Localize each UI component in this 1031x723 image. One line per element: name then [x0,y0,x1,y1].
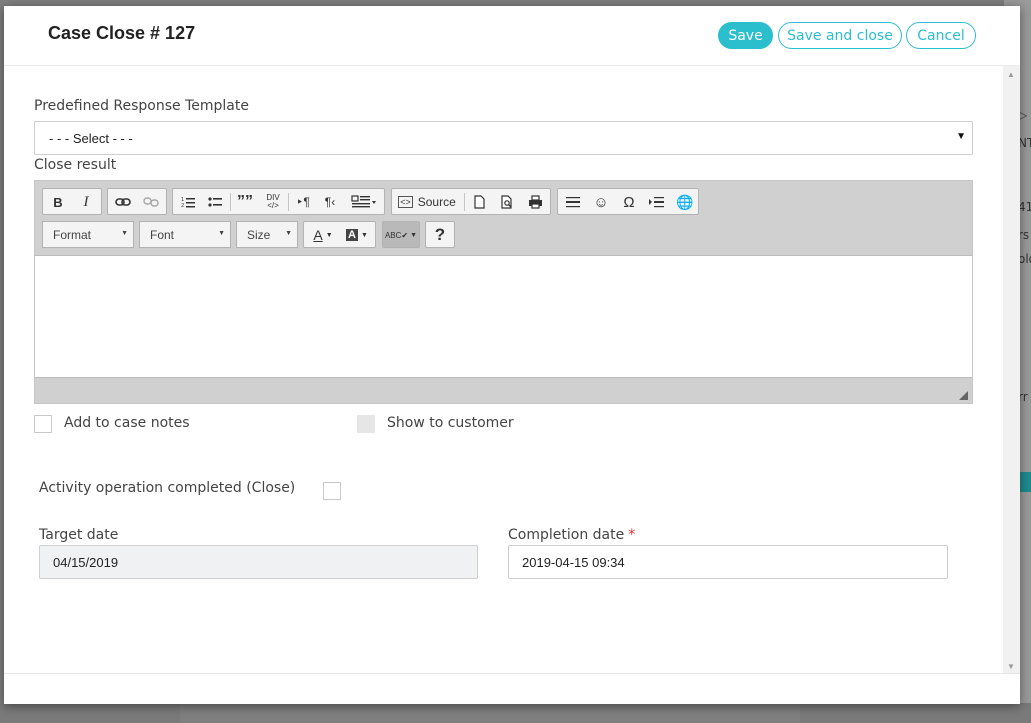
editor-status-bar [35,377,972,403]
cancel-button[interactable]: Cancel [906,22,976,49]
smiley-icon[interactable]: ☺ [589,192,613,212]
editor-content-area[interactable] [35,256,972,377]
target-date-label: Target date [39,527,119,543]
dialog-scrollbar[interactable]: ▲ ▼ [1003,66,1020,673]
horizontal-line-icon[interactable] [561,192,585,212]
format-label: Format [53,228,92,242]
unlink-icon[interactable] [139,192,163,212]
help-icon: ? [434,225,446,244]
completion-date-label: Completion date * [508,527,635,543]
help-button[interactable]: ? [425,221,455,248]
source-button[interactable]: <> Source [395,192,459,212]
chevron-down-icon: ▼ [285,230,292,237]
template-select[interactable]: - - - Select - - - ▼ [34,121,973,155]
numbered-list-icon[interactable]: 12 [176,192,200,212]
close-result-label: Close result [34,157,117,173]
completion-date-input[interactable]: 2019-04-15 09:34 [508,545,948,579]
preview-icon[interactable] [495,192,519,212]
template-select-value: - - - Select - - - [49,131,133,146]
language-icon[interactable] [347,192,381,212]
print-icon[interactable] [523,192,547,212]
toolbar-group-paragraph: 12 ”” DIV </> ‣¶ ¶‹ [172,188,385,215]
target-date-field: 04/15/2019 [39,545,478,579]
link-icon[interactable] [111,192,135,212]
svg-text:2: 2 [181,203,184,208]
spellcheck-icon: ABC✔ ▼ [384,230,418,240]
add-to-case-notes-checkbox[interactable] [34,415,52,433]
source-icon: <> [398,196,413,208]
italic-icon[interactable]: I [74,192,98,212]
toolbar-group-links [107,188,167,215]
editor-toolbar: B I 12 ”” DIV </> ‣¶ ¶‹ <> Source ☺ Ω 🌐 … [35,181,972,256]
toolbar-separator [230,193,231,211]
toolbar-group-insert: ☺ Ω 🌐 [557,188,699,215]
ltr-icon[interactable]: ‣¶ [291,192,315,212]
font-label: Font [150,228,175,242]
completion-date-label-text: Completion date [508,527,625,543]
spellcheck-button[interactable]: ABC✔ ▼ [382,221,420,248]
show-to-customer-checkbox[interactable] [357,415,375,433]
text-color-icon[interactable]: A ▼ [308,225,338,245]
bold-icon[interactable]: B [46,192,70,212]
caret-down-icon: ▼ [956,131,966,142]
toolbar-separator [464,193,465,211]
rtl-icon[interactable]: ¶‹ [318,192,342,212]
dialog-header: Case Close # 127 Save Save and close Can… [4,6,1020,66]
template-label: Predefined Response Template [34,98,249,114]
size-dropdown[interactable]: Size ▼ [236,221,298,248]
page-break-icon[interactable] [645,192,669,212]
background-block [180,703,800,723]
save-button[interactable]: Save [718,22,773,49]
save-and-close-button[interactable]: Save and close [778,22,902,49]
scroll-up-icon[interactable]: ▲ [1007,70,1015,79]
chevron-down-icon: ▼ [121,230,128,237]
background-color-icon[interactable]: A ▼ [342,225,372,245]
add-to-case-notes-label: Add to case notes [64,415,190,431]
font-dropdown[interactable]: Font ▼ [139,221,231,248]
toolbar-group-document: <> Source [391,188,551,215]
activity-completed-label: Activity operation completed (Close) [39,480,296,496]
div-icon[interactable]: DIV </> [261,192,285,212]
toolbar-separator [288,193,289,211]
chevron-down-icon: ▼ [218,230,225,237]
rich-text-editor: B I 12 ”” DIV </> ‣¶ ¶‹ <> Source ☺ Ω 🌐 … [34,180,973,404]
toolbar-group-basic: B I [42,188,102,215]
special-char-icon[interactable]: Ω [617,192,641,212]
format-dropdown[interactable]: Format ▼ [42,221,134,248]
background-footer [0,703,1031,723]
blockquote-icon[interactable]: ”” [233,192,257,212]
scroll-down-icon[interactable]: ▼ [1007,662,1015,671]
toolbar-group-colors: A ▼ A ▼ [303,221,376,248]
iframe-icon[interactable]: 🌐 [673,192,697,212]
case-close-dialog: Case Close # 127 Save Save and close Can… [4,6,1020,704]
dialog-footer [4,673,1020,704]
source-label: Source [417,195,456,209]
activity-completed-checkbox[interactable] [323,482,341,500]
required-marker: * [628,527,636,543]
new-page-icon[interactable] [467,192,491,212]
bulleted-list-icon[interactable] [203,192,227,212]
size-label: Size [247,228,271,242]
dialog-title: Case Close # 127 [48,23,196,43]
show-to-customer-label: Show to customer [387,415,514,431]
resize-handle-icon[interactable] [959,391,968,400]
